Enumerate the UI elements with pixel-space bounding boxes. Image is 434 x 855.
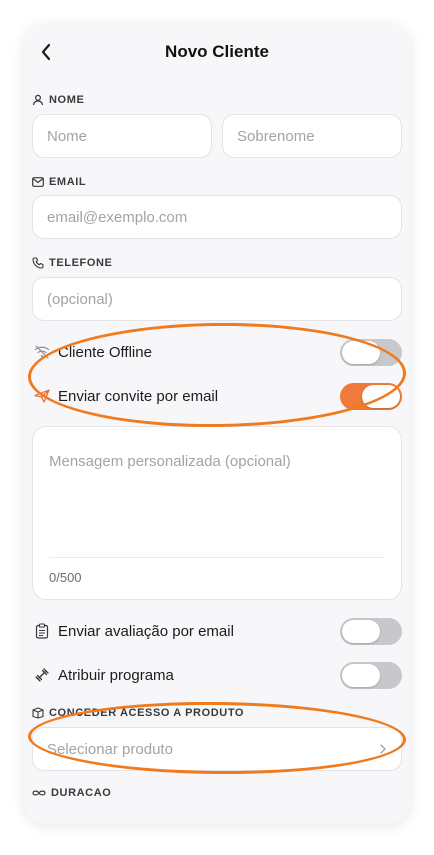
dumbbell-icon [32, 665, 52, 685]
assign-program-label: Atribuir programa [58, 666, 174, 684]
send-evaluation-toggle[interactable] [340, 618, 402, 645]
product-access-label-text: CONCEDER ACESSO A PRODUTO [49, 707, 245, 719]
duration-section-label: DURACAO [32, 787, 111, 799]
message-divider [49, 557, 385, 558]
custom-message-box: 0/500 [32, 426, 402, 600]
email-section-label: EMAIL [32, 176, 86, 188]
first-name-input[interactable] [32, 114, 212, 158]
toggle-knob [342, 620, 380, 643]
new-client-form-card: Novo Cliente NOME EMAIL TELEFONE [24, 24, 410, 824]
email-field[interactable] [32, 195, 402, 239]
phone-label-text: TELEFONE [49, 257, 113, 269]
send-icon [32, 386, 52, 406]
header: Novo Cliente [24, 24, 410, 80]
assign-program-toggle[interactable] [340, 662, 402, 689]
send-invite-label: Enviar convite por email [58, 387, 219, 405]
product-select[interactable]: Selecionar produto [32, 727, 402, 771]
toggle-knob [342, 341, 380, 364]
phone-field[interactable] [32, 277, 402, 321]
offline-client-row: Cliente Offline [32, 338, 402, 366]
clipboard-icon [32, 621, 52, 641]
name-section-label: NOME [32, 94, 84, 106]
last-name-input[interactable] [222, 114, 402, 158]
send-evaluation-label: Enviar avaliação por email [58, 622, 234, 640]
page-title: Novo Cliente [165, 42, 269, 61]
send-invite-row: Enviar convite por email [32, 382, 402, 410]
assign-program-row: Atribuir programa [32, 661, 402, 689]
user-icon [32, 94, 44, 106]
product-select-placeholder: Selecionar produto [47, 740, 173, 758]
phone-section-label: TELEFONE [32, 257, 112, 269]
offline-client-toggle[interactable] [340, 339, 402, 366]
mail-icon [32, 177, 44, 187]
phone-icon [32, 257, 44, 269]
offline-client-label: Cliente Offline [58, 343, 152, 361]
wifi-off-icon [32, 342, 52, 362]
product-access-label: CONCEDER ACESSO A PRODUTO [32, 707, 244, 719]
name-label-text: NOME [49, 94, 85, 106]
box-icon [32, 707, 44, 719]
custom-message-textarea[interactable] [49, 453, 383, 543]
duration-label-text: DURACAO [51, 787, 112, 799]
chevron-right-icon [380, 744, 386, 754]
character-counter: 0/500 [49, 570, 82, 585]
send-invite-toggle[interactable] [340, 383, 402, 410]
send-evaluation-row: Enviar avaliação por email [32, 617, 402, 645]
email-label-text: EMAIL [49, 176, 87, 188]
toggle-knob [362, 385, 400, 408]
infinity-icon [32, 790, 46, 796]
toggle-knob [342, 664, 380, 687]
